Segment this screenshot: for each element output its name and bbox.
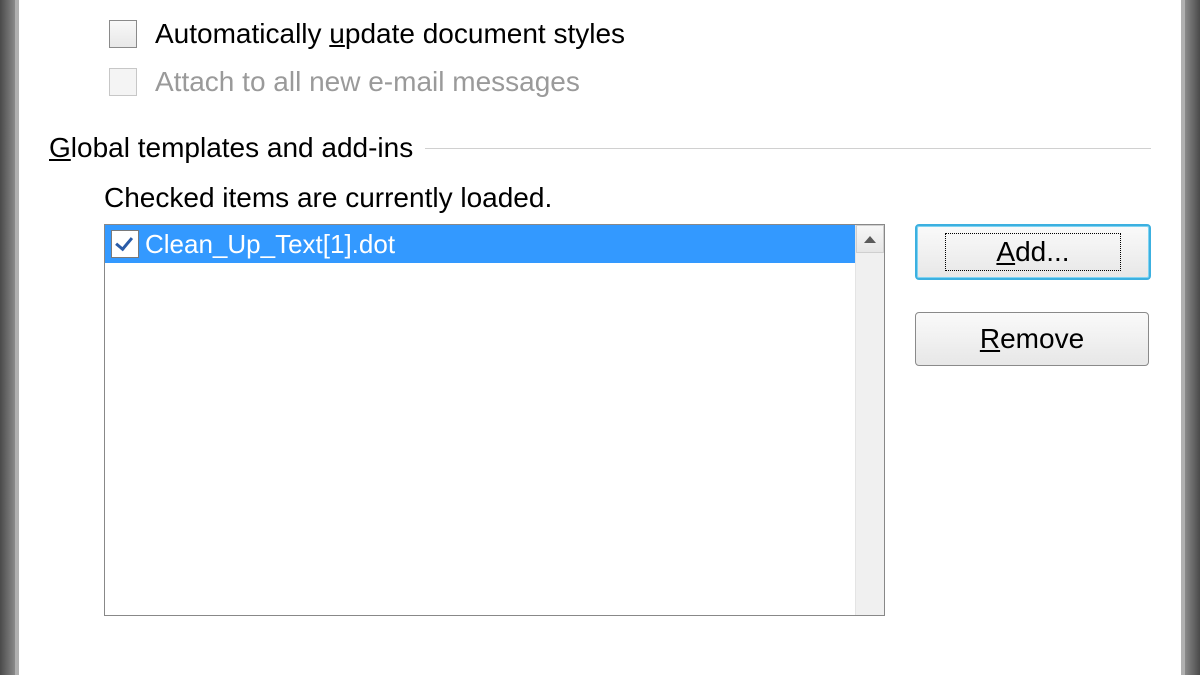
frame-shadow-right [1185, 0, 1200, 675]
auto-update-styles-checkbox-row[interactable]: Automatically update document styles [109, 14, 1151, 54]
auto-update-styles-label: Automatically update document styles [155, 18, 625, 50]
remove-button[interactable]: Remove [915, 312, 1149, 366]
scroll-up-button[interactable] [856, 225, 884, 253]
list-item[interactable]: Clean_Up_Text[1].dot [105, 225, 856, 263]
list-item-label: Clean_Up_Text[1].dot [145, 229, 856, 260]
attach-email-checkbox-row: Attach to all new e-mail messages [109, 62, 1151, 102]
frame-shadow-left [0, 0, 15, 675]
dialog-frame: Automatically update document styles Att… [0, 0, 1200, 675]
attach-email-checkbox [109, 68, 137, 96]
templates-listbox[interactable]: Clean_Up_Text[1].dot [104, 224, 885, 616]
global-templates-section-header: Global templates and add-ins [49, 132, 1151, 164]
listbox-scrollbar[interactable] [855, 225, 884, 615]
section-divider [425, 148, 1151, 149]
list-item-checkbox[interactable] [111, 230, 139, 258]
dialog-body: Automatically update document styles Att… [15, 0, 1185, 675]
add-button[interactable]: Add... [915, 224, 1151, 280]
loaded-items-help-text: Checked items are currently loaded. [104, 182, 1151, 214]
attach-email-label: Attach to all new e-mail messages [155, 66, 580, 98]
auto-update-styles-checkbox[interactable] [109, 20, 137, 48]
